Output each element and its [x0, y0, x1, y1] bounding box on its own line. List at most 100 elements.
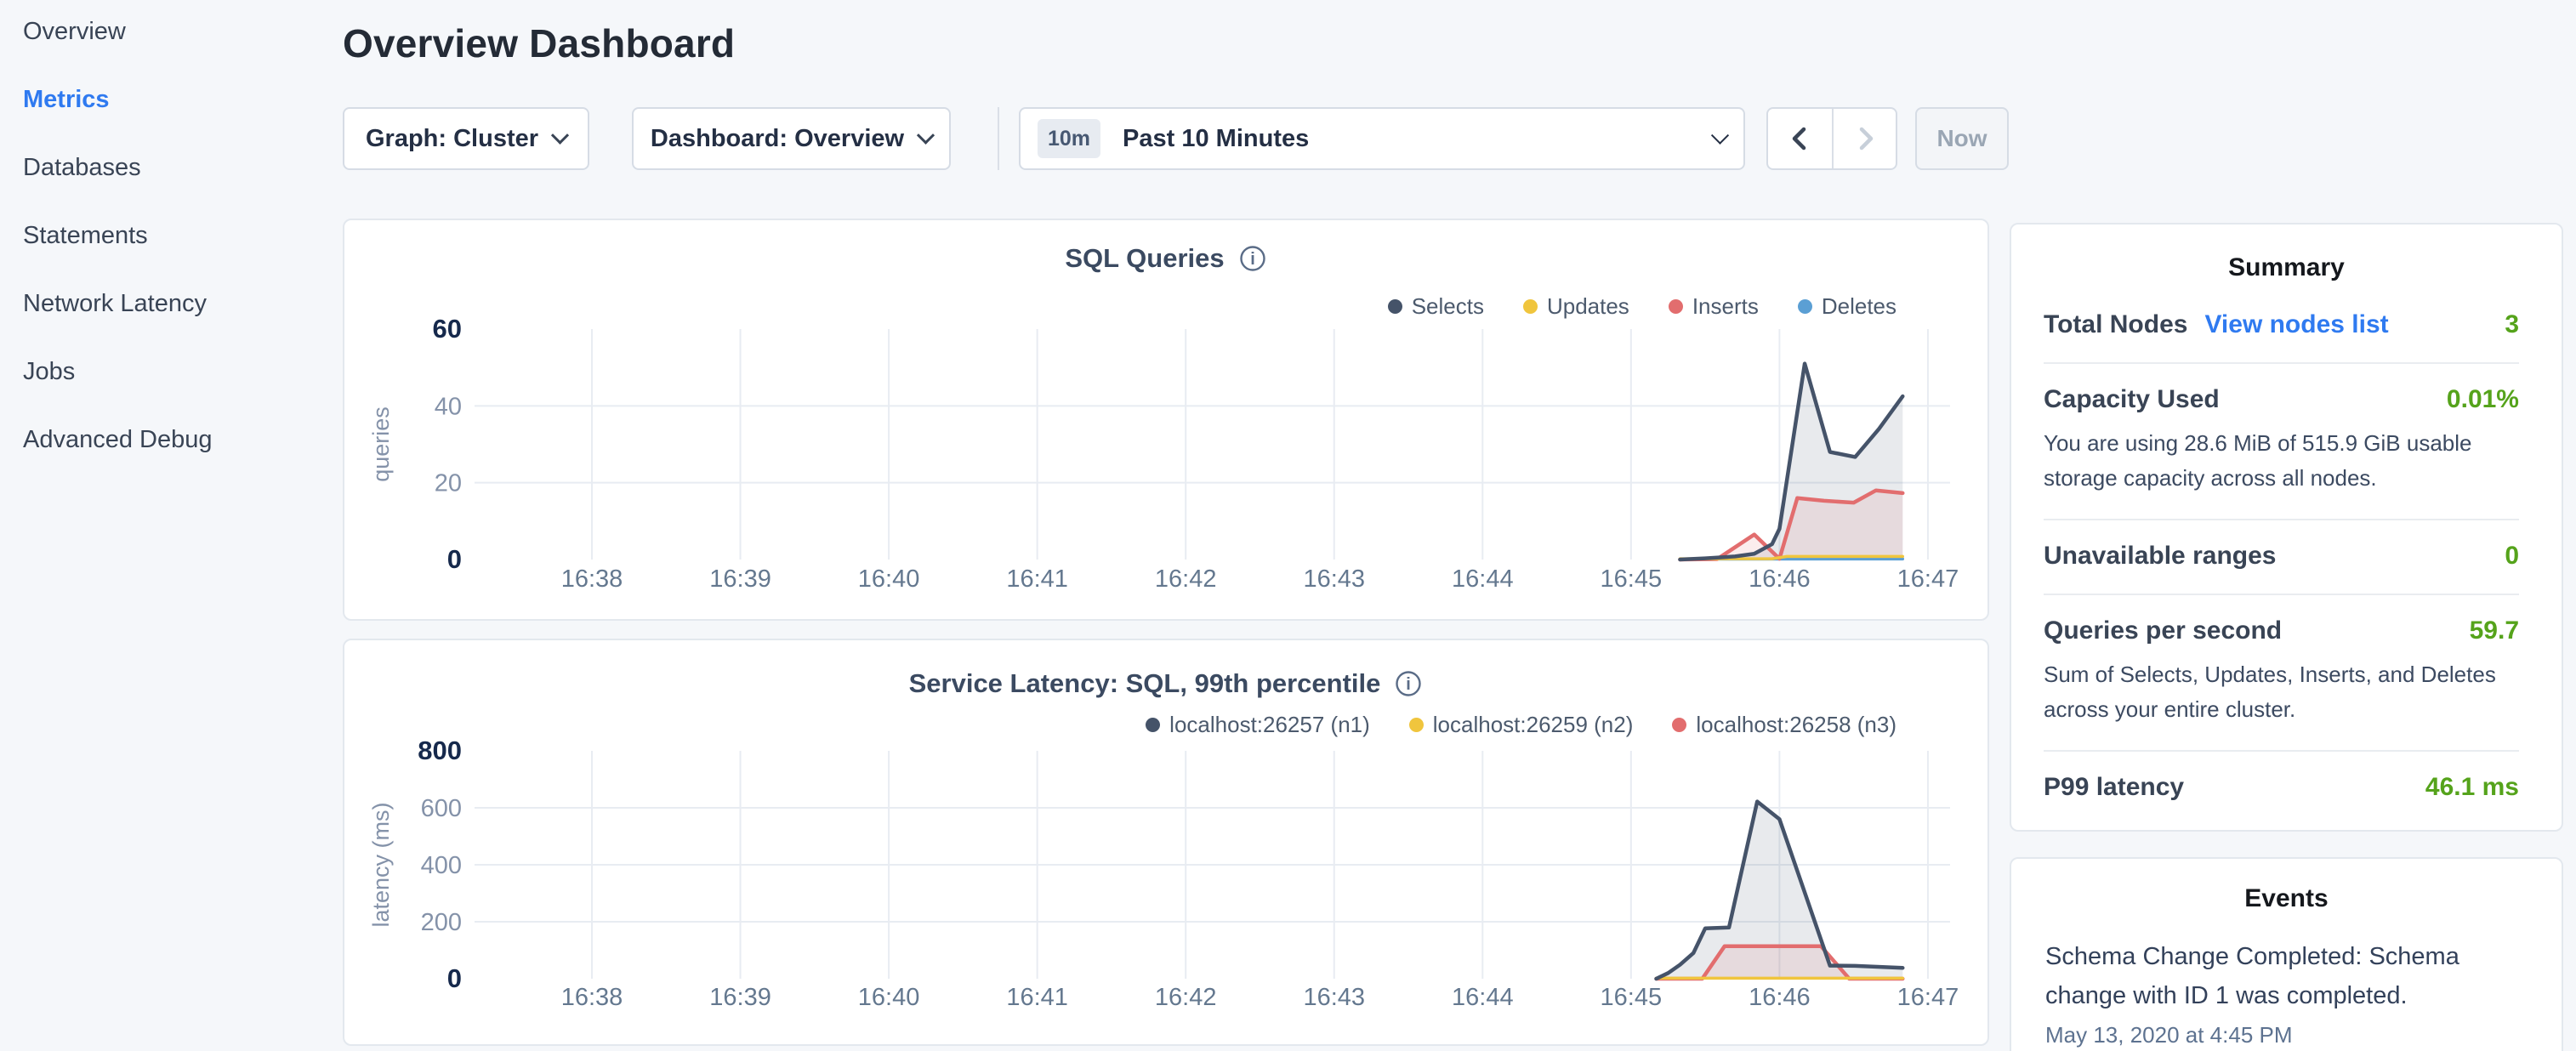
- legend-item[interactable]: Selects: [1388, 293, 1484, 320]
- page-title: Overview Dashboard: [343, 20, 735, 66]
- time-range-dropdown[interactable]: 10m Past 10 Minutes: [1019, 107, 1745, 170]
- dashboard-dropdown[interactable]: Dashboard: Overview: [632, 107, 951, 170]
- service-latency-chart[interactable]: 020040060080016:3816:3916:4016:4116:4216…: [344, 640, 1987, 1044]
- legend-label: Updates: [1547, 293, 1629, 320]
- svg-text:16:43: 16:43: [1303, 565, 1365, 593]
- svg-text:16:44: 16:44: [1452, 984, 1514, 1011]
- svg-text:200: 200: [421, 909, 462, 936]
- time-step-buttons: [1766, 107, 1897, 170]
- svg-text:0: 0: [447, 544, 462, 574]
- legend-item[interactable]: localhost:26258 (n3): [1672, 712, 1896, 738]
- chart-title: Service Latency: SQL, 99th percentile: [909, 668, 1381, 699]
- svg-text:20: 20: [435, 470, 462, 497]
- summary-row-queries-per-second: Queries per second 59.7 Sum of Selects, …: [2044, 594, 2519, 750]
- sidebar-item-jobs[interactable]: Jobs: [23, 353, 75, 390]
- summary-title: Summary: [2011, 253, 2562, 282]
- event-item[interactable]: Schema Change Completed: Schema change w…: [2045, 937, 2529, 1048]
- service-latency-card: 020040060080016:3816:3916:4016:4116:4216…: [343, 639, 1989, 1046]
- summary-value: 3: [2505, 310, 2519, 339]
- legend-label: localhost:26259 (n2): [1433, 712, 1634, 738]
- dashboard-label: Dashboard: Overview: [651, 125, 904, 153]
- chevron-down-icon: [1711, 126, 1729, 144]
- summary-value: 46.1 ms: [2425, 773, 2519, 802]
- svg-text:16:41: 16:41: [1006, 984, 1068, 1011]
- time-range-label: Past 10 Minutes: [1123, 125, 1309, 153]
- legend-label: Selects: [1412, 293, 1484, 320]
- legend-dot-icon: [1672, 718, 1686, 732]
- summary-value: 59.7: [2470, 616, 2519, 645]
- events-title: Events: [2011, 884, 2562, 913]
- svg-text:latency (ms): latency (ms): [368, 802, 394, 927]
- svg-text:16:40: 16:40: [858, 565, 920, 593]
- svg-text:600: 600: [421, 795, 462, 822]
- legend-item[interactable]: localhost:26257 (n1): [1146, 712, 1370, 738]
- info-icon[interactable]: i: [1238, 244, 1267, 273]
- summary-label: Queries per second: [2044, 616, 2282, 645]
- summary-panel: Summary Total Nodes View nodes list 3 Ca…: [2010, 223, 2563, 832]
- svg-text:16:39: 16:39: [709, 565, 771, 593]
- summary-subtext: You are using 28.6 MiB of 515.9 GiB usab…: [2044, 426, 2519, 496]
- svg-text:16:47: 16:47: [1897, 984, 1959, 1011]
- summary-value: 0: [2505, 542, 2519, 571]
- legend-dot-icon: [1523, 299, 1538, 314]
- chevron-left-icon: [1786, 124, 1815, 153]
- legend-label: Deletes: [1822, 293, 1896, 320]
- event-timestamp: May 13, 2020 at 4:45 PM: [2045, 1022, 2529, 1048]
- controls-divider: [998, 107, 999, 170]
- svg-text:16:45: 16:45: [1601, 984, 1663, 1011]
- prev-time-button[interactable]: [1768, 109, 1832, 168]
- svg-text:16:42: 16:42: [1155, 565, 1217, 593]
- events-panel: Events Schema Change Completed: Schema c…: [2010, 857, 2563, 1051]
- svg-text:60: 60: [433, 314, 462, 344]
- svg-text:16:38: 16:38: [561, 565, 623, 593]
- legend-dot-icon: [1409, 718, 1424, 732]
- summary-row-total-nodes: Total Nodes View nodes list 3: [2044, 289, 2519, 362]
- svg-text:16:44: 16:44: [1452, 565, 1514, 593]
- legend-label: localhost:26257 (n1): [1169, 712, 1370, 738]
- chart-legend: localhost:26257 (n1) localhost:26259 (n2)…: [1146, 712, 1896, 738]
- sidebar: Overview Metrics Databases Statements Ne…: [0, 0, 340, 1051]
- summary-row-p99-latency: P99 latency 46.1 ms: [2044, 750, 2519, 825]
- chevron-right-icon: [1851, 124, 1879, 153]
- legend-dot-icon: [1798, 299, 1812, 314]
- summary-subtext: Sum of Selects, Updates, Inserts, and De…: [2044, 657, 2519, 727]
- time-range-badge: 10m: [1038, 119, 1100, 158]
- chevron-down-icon: [917, 126, 935, 144]
- next-time-button[interactable]: [1832, 109, 1896, 168]
- sidebar-item-network-latency[interactable]: Network Latency: [23, 285, 207, 322]
- svg-text:i: i: [1407, 675, 1412, 694]
- legend-dot-icon: [1669, 299, 1683, 314]
- svg-text:16:46: 16:46: [1749, 565, 1811, 593]
- sidebar-item-statements[interactable]: Statements: [23, 217, 148, 254]
- svg-text:16:45: 16:45: [1601, 565, 1663, 593]
- svg-text:i: i: [1250, 250, 1255, 269]
- legend-item[interactable]: Inserts: [1669, 293, 1759, 320]
- sidebar-item-metrics[interactable]: Metrics: [23, 81, 110, 118]
- event-message: Schema Change Completed: Schema change w…: [2045, 937, 2529, 1015]
- svg-text:800: 800: [418, 736, 462, 765]
- graph-scope-label: Graph: Cluster: [366, 125, 538, 153]
- legend-dot-icon: [1146, 718, 1160, 732]
- summary-label: Unavailable ranges: [2044, 542, 2276, 571]
- sql-queries-chart[interactable]: 0 20 40 60 16:38 16:39 16:40 16:41 16:42 16:43 16:…: [344, 220, 1987, 619]
- sidebar-item-advanced-debug[interactable]: Advanced Debug: [23, 421, 213, 458]
- now-button[interactable]: Now: [1915, 107, 2009, 170]
- view-nodes-list-link[interactable]: View nodes list: [2204, 310, 2388, 339]
- legend-label: Inserts: [1692, 293, 1759, 320]
- graph-scope-dropdown[interactable]: Graph: Cluster: [343, 107, 589, 170]
- sql-queries-card: 0 20 40 60 16:38 16:39 16:40 16:41 16:42 16:43 16:…: [343, 219, 1989, 621]
- svg-text:16:46: 16:46: [1749, 984, 1811, 1011]
- info-icon[interactable]: i: [1394, 669, 1423, 698]
- svg-text:16:47: 16:47: [1897, 565, 1959, 593]
- legend-dot-icon: [1388, 299, 1402, 314]
- svg-text:16:40: 16:40: [858, 984, 920, 1011]
- svg-text:16:42: 16:42: [1155, 984, 1217, 1011]
- svg-text:16:39: 16:39: [709, 984, 771, 1011]
- legend-item[interactable]: localhost:26259 (n2): [1409, 712, 1634, 738]
- sidebar-item-databases[interactable]: Databases: [23, 149, 141, 186]
- svg-text:40: 40: [435, 393, 462, 420]
- legend-item[interactable]: Deletes: [1798, 293, 1896, 320]
- sidebar-item-overview[interactable]: Overview: [23, 13, 126, 50]
- svg-text:16:41: 16:41: [1006, 565, 1068, 593]
- legend-item[interactable]: Updates: [1523, 293, 1629, 320]
